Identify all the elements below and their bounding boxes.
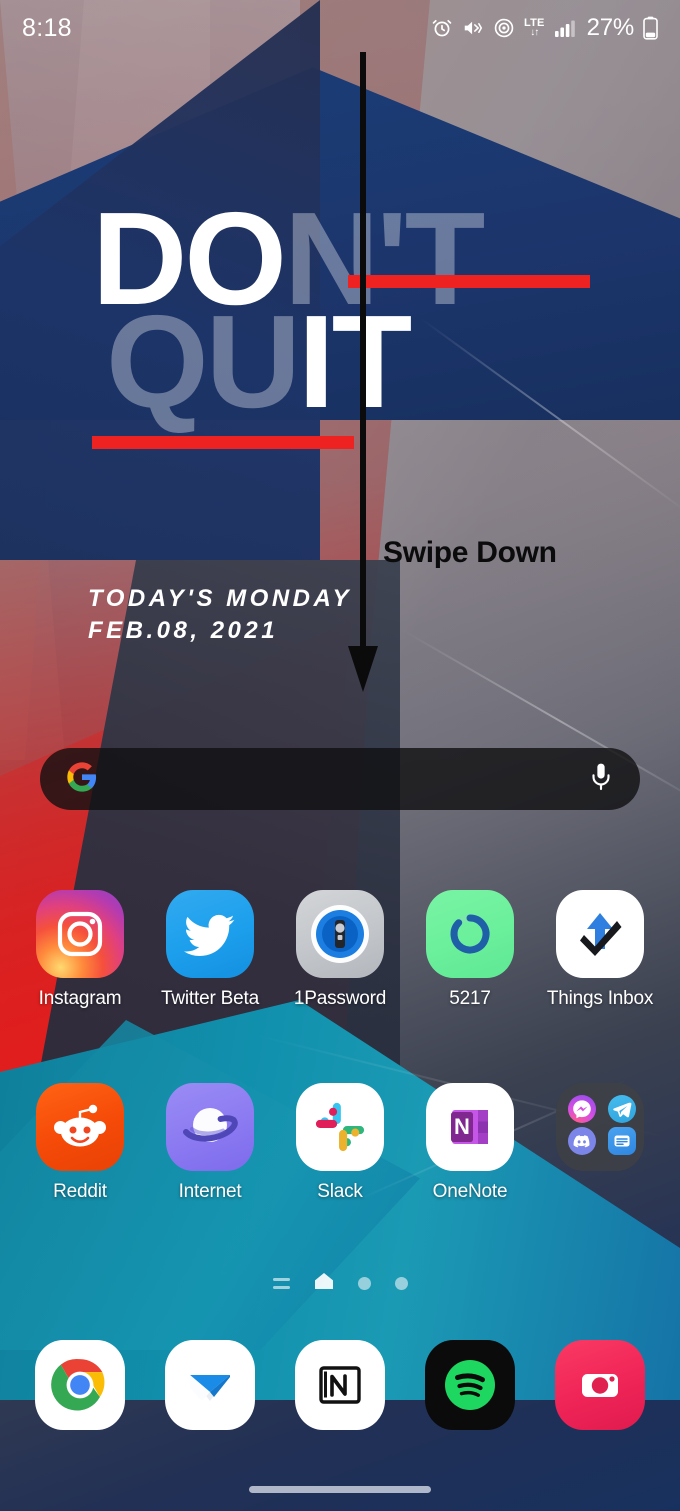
- dock-app-chrome[interactable]: [28, 1340, 132, 1430]
- microphone-icon[interactable]: [588, 762, 614, 797]
- phone-home-screen: 8:18 LTE ↓↑ 27% DON'T QUIT TODAY'S MONDA…: [0, 0, 680, 1511]
- instagram-icon[interactable]: [36, 890, 124, 978]
- battery-percent-label: 27%: [586, 14, 635, 41]
- dock-app-camera[interactable]: [548, 1340, 652, 1430]
- google-search-bar[interactable]: [40, 748, 640, 810]
- telegram-icon: [608, 1095, 636, 1123]
- app-instagram[interactable]: Instagram: [28, 890, 132, 1010]
- app-twitter-beta[interactable]: Twitter Beta: [158, 890, 262, 1010]
- onepassword-icon[interactable]: [296, 890, 384, 978]
- signal-bars-icon: [554, 18, 576, 38]
- status-bar-clock: 8:18: [22, 13, 72, 42]
- app-grid-row-1: Instagram Twitter Beta 1Password 5217 Th…: [0, 890, 680, 1010]
- dock-app-email[interactable]: [158, 1340, 262, 1430]
- app-label: Instagram: [38, 988, 122, 1009]
- google-g-icon[interactable]: [66, 761, 98, 798]
- svg-text:N: N: [454, 1114, 470, 1139]
- app-label: Internet: [178, 1181, 242, 1202]
- things-inbox-icon[interactable]: [556, 890, 644, 978]
- dock-app-spotify[interactable]: [418, 1340, 522, 1430]
- page-indicator-dot-4[interactable]: [394, 1277, 408, 1290]
- page-indicator-home[interactable]: [314, 1272, 334, 1295]
- app-label: Slack: [317, 1181, 363, 1202]
- app-1password[interactable]: 1Password: [288, 890, 392, 1010]
- samsung-internet-icon[interactable]: [166, 1083, 254, 1171]
- camera-icon[interactable]: [555, 1340, 645, 1430]
- battery-icon: [643, 16, 658, 40]
- messaging-folder-icon[interactable]: [556, 1083, 644, 1171]
- app-label: OneNote: [432, 1181, 508, 1202]
- app-slack[interactable]: Slack: [288, 1083, 392, 1203]
- headline-strikethrough-top: [348, 275, 590, 288]
- home-gesture-pill[interactable]: [249, 1486, 431, 1493]
- wallpaper-date-block: TODAY'S MONDAY FEB.08, 2021: [88, 583, 352, 648]
- email-icon[interactable]: [165, 1340, 255, 1430]
- reddit-icon[interactable]: [36, 1083, 124, 1171]
- status-bar: 8:18 LTE ↓↑ 27%: [0, 0, 680, 56]
- twitter-icon[interactable]: [166, 890, 254, 978]
- hotspot-icon: [493, 17, 515, 39]
- app-things-inbox[interactable]: Things Inbox: [546, 890, 654, 1010]
- app-onenote[interactable]: N OneNote: [418, 1083, 522, 1203]
- page-indicator-dot-3[interactable]: [357, 1277, 371, 1290]
- slack-icon[interactable]: [296, 1083, 384, 1171]
- page-indicator-feed[interactable]: [272, 1278, 290, 1289]
- app-label: Twitter Beta: [161, 988, 259, 1009]
- dock: [0, 1340, 680, 1430]
- folder-messaging[interactable]: [548, 1083, 652, 1203]
- app-label: Reddit: [53, 1181, 107, 1202]
- wallpaper-date-line-1: TODAY'S MONDAY: [88, 585, 353, 612]
- 5217-timer-icon[interactable]: [426, 890, 514, 978]
- headline-strikethrough-bottom: [92, 436, 354, 449]
- alarm-icon: [431, 17, 453, 39]
- app-internet[interactable]: Internet: [158, 1083, 262, 1203]
- onenote-icon[interactable]: N: [426, 1083, 514, 1171]
- app-label: Things Inbox: [546, 988, 654, 1009]
- app-label: 5217: [449, 988, 491, 1009]
- status-bar-icons: LTE ↓↑ 27%: [431, 14, 658, 42]
- lte-indicator: LTE ↓↑: [524, 17, 545, 38]
- wallpaper-date-line-2: FEB.08, 2021: [88, 617, 279, 645]
- app-label: 1Password: [293, 988, 387, 1009]
- mute-vibrate-icon: [462, 17, 484, 39]
- notion-icon[interactable]: [295, 1340, 385, 1430]
- swipe-down-arrow-icon: [347, 52, 379, 699]
- page-indicator: [0, 1272, 680, 1295]
- messenger-icon: [568, 1095, 596, 1123]
- chrome-icon[interactable]: [35, 1340, 125, 1430]
- headline-quit-faded: QU: [106, 287, 301, 435]
- app-5217[interactable]: 5217: [418, 890, 522, 1010]
- discord-icon: [568, 1127, 596, 1155]
- app-reddit[interactable]: Reddit: [28, 1083, 132, 1203]
- swipe-down-label: Swipe Down: [383, 536, 557, 569]
- samsung-messages-icon: [608, 1127, 636, 1155]
- spotify-icon[interactable]: [425, 1340, 515, 1430]
- dock-app-notion[interactable]: [288, 1340, 392, 1430]
- app-grid-row-2: Reddit Internet Slack N OneNote: [0, 1083, 680, 1203]
